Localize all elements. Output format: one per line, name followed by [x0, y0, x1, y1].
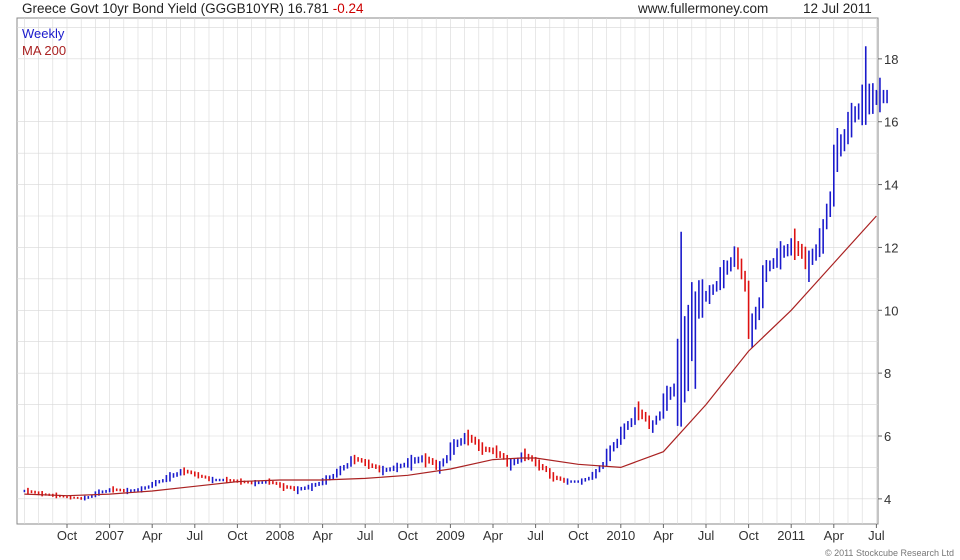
x-tick-label: 2011	[777, 528, 805, 543]
x-tick-label: Oct	[568, 528, 589, 543]
y-tick-label: 4	[884, 492, 891, 507]
x-tick-label: 2009	[436, 528, 465, 543]
change-value: -0.24	[332, 1, 364, 16]
chart-title: Greece Govt 10yr Bond Yield (GGGB10YR)	[22, 1, 284, 16]
copyright-text: © 2011 Stockcube Research Ltd	[824, 548, 954, 558]
x-tick-label: 2007	[95, 528, 124, 543]
x-tick-label: Jul	[357, 528, 374, 543]
legend-weekly: Weekly	[22, 26, 65, 41]
x-tick-label: Jul	[868, 528, 885, 543]
chart-title-line: Greece Govt 10yr Bond Yield (GGGB10YR) 1…	[22, 1, 363, 16]
y-tick-label: 8	[884, 366, 891, 381]
x-tick-label: Jul	[186, 528, 203, 543]
chart-date: 12 Jul 2011	[803, 1, 872, 16]
legend-ma: MA 200	[22, 43, 67, 58]
y-tick-label: 16	[884, 115, 898, 130]
price-chart: 4 6 8 10 12 14 16 18 Oct 2007 Apr Jul Oct 2008 Apr Jul O…	[16, 17, 898, 543]
x-tick-label: 2008	[266, 528, 295, 543]
x-tick-label: Apr	[824, 528, 845, 543]
x-tick-label: Apr	[483, 528, 504, 543]
last-value: 16.781	[287, 1, 329, 16]
y-tick-label: 10	[884, 303, 898, 318]
x-tick-label: Apr	[653, 528, 674, 543]
y-tick-label: 18	[884, 52, 898, 67]
x-tick-label: Oct	[738, 528, 759, 543]
x-tick-label: Oct	[57, 528, 78, 543]
x-tick-label: Oct	[398, 528, 419, 543]
site-url[interactable]: www.fullermoney.com	[638, 1, 768, 16]
y-tick-label: 12	[884, 240, 898, 255]
y-tick-label: 14	[884, 178, 898, 193]
x-tick-label: Apr	[312, 528, 333, 543]
x-tick-label: Oct	[227, 528, 248, 543]
x-tick-label: Apr	[142, 528, 163, 543]
x-tick-label: 2010	[606, 528, 635, 543]
x-tick-label: Jul	[527, 528, 544, 543]
x-tick-label: Jul	[698, 528, 715, 543]
y-tick-label: 6	[884, 429, 891, 444]
